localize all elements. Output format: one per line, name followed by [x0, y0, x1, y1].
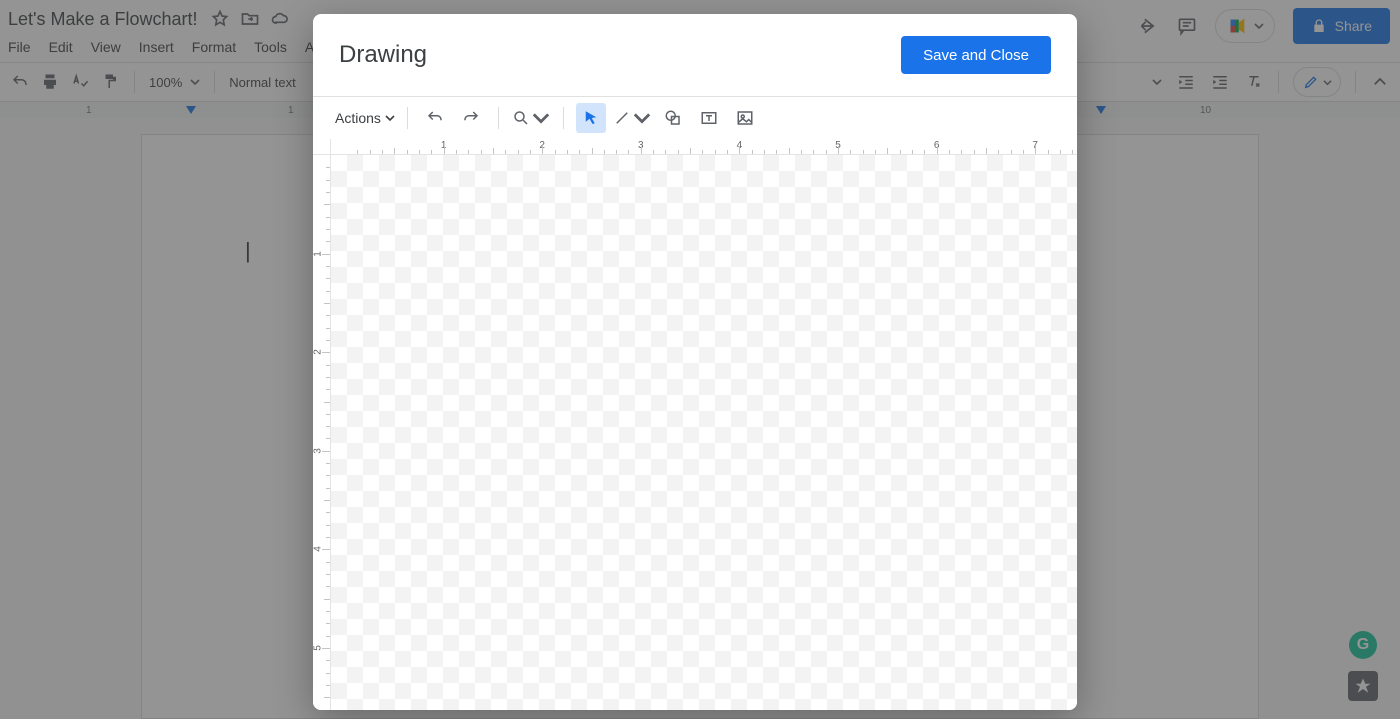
redo-button[interactable]	[456, 103, 486, 133]
image-tool-button[interactable]	[730, 103, 760, 133]
shape-tool-button[interactable]	[658, 103, 688, 133]
separator	[498, 107, 499, 129]
drawing-dialog: Drawing Save and Close Actions	[313, 14, 1077, 710]
zoom-button[interactable]	[511, 103, 551, 133]
separator	[407, 107, 408, 129]
actions-label: Actions	[335, 110, 381, 126]
dialog-title: Drawing	[339, 41, 427, 69]
dialog-header: Drawing Save and Close	[313, 14, 1077, 96]
line-tool-button[interactable]	[612, 103, 652, 133]
horizontal-ruler[interactable]: 1234567	[331, 139, 1077, 155]
drawing-canvas[interactable]	[331, 155, 1077, 710]
ruler-corner	[313, 139, 331, 155]
separator	[563, 107, 564, 129]
actions-menu[interactable]: Actions	[335, 110, 395, 126]
select-tool-button[interactable]	[576, 103, 606, 133]
save-and-close-button[interactable]: Save and Close	[901, 36, 1051, 74]
undo-button[interactable]	[420, 103, 450, 133]
textbox-tool-button[interactable]	[694, 103, 724, 133]
canvas-area: 1234567 12345	[313, 139, 1077, 710]
vertical-ruler[interactable]: 12345	[313, 155, 331, 710]
drawing-toolbar: Actions	[313, 97, 1077, 139]
